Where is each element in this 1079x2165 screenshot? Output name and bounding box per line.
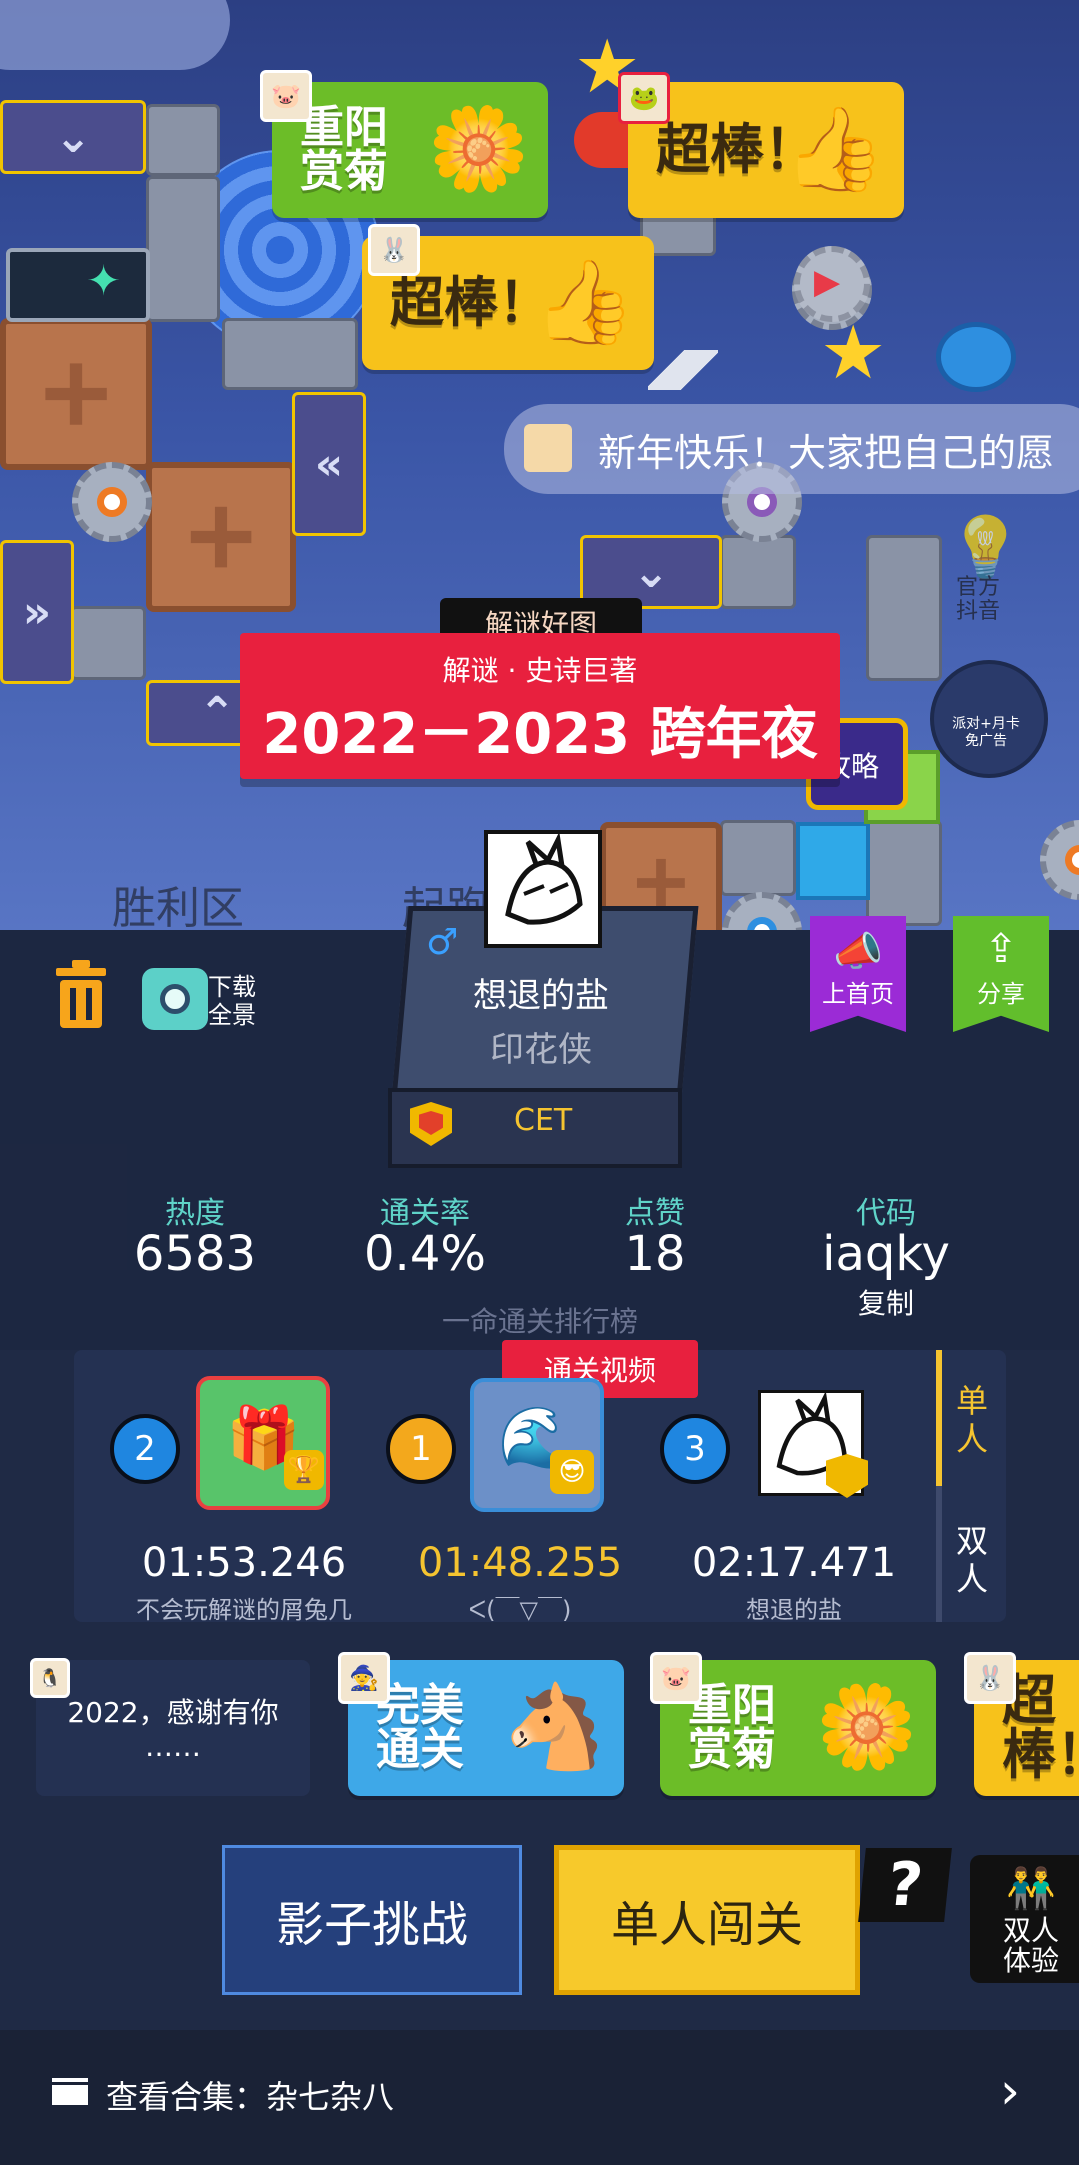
stone-tile [866, 535, 942, 681]
rank-time: 01:48.255 [417, 1540, 623, 1586]
official-douyin-label: 官方 抖音 [956, 575, 1001, 624]
chrysanthemum-icon: 🌼 [427, 102, 530, 197]
rank-number: 2 [110, 1414, 180, 1484]
stone-tile [866, 820, 942, 926]
heat-value: 6583 [133, 1226, 257, 1282]
stone-tile [70, 606, 146, 680]
stone-tile [146, 104, 220, 176]
arrow-right-block: » [0, 540, 74, 684]
author-title: 印花侠 [490, 1030, 592, 1070]
share-icon: ⇪ [984, 926, 1018, 972]
star-icon: ★ [820, 310, 887, 396]
user-avatar: 🐷 [260, 70, 312, 122]
comment-text: 2022，感谢有你 …… [67, 1696, 279, 1763]
trash-icon[interactable] [50, 958, 112, 1030]
sketch-avatar-icon [505, 831, 583, 925]
wooden-crate [0, 318, 152, 470]
chevron-right-icon[interactable]: › [1000, 2062, 1020, 2120]
trophy-badge-icon: 🏆 [284, 1450, 324, 1490]
help-button[interactable]: ? [858, 1848, 952, 1922]
player-name: 想退的盐 [746, 1596, 842, 1624]
user-avatar: 🐧 [30, 1658, 70, 1698]
tab-single[interactable]: 单 人 [952, 1382, 992, 1458]
cet-label: CET [514, 1103, 573, 1138]
teleporter-block [6, 248, 150, 322]
user-avatar: 🐸 [618, 72, 670, 124]
solo-play-button[interactable]: 单人闯关 [554, 1845, 860, 1995]
level-title-banner: 解谜 · 史诗巨著 2022－2023 跨年夜 [240, 633, 840, 779]
male-gender-icon: ♂ [426, 922, 459, 963]
gear-block [722, 892, 802, 930]
gear-block [1040, 820, 1079, 900]
play-icon: ▶ [814, 262, 841, 302]
megaphone-icon: 📣 [833, 929, 883, 975]
author-name: 想退的盐 [473, 976, 609, 1016]
code-value[interactable]: iaqky [776, 1226, 996, 1282]
share-button[interactable]: ⇪ 分享 [953, 916, 1049, 1032]
cloud-shape [0, 0, 230, 70]
arrow-left-block: « [292, 392, 366, 536]
zone-victory-label: 胜利区 [112, 883, 244, 930]
level-preview[interactable]: ⌄ « » ⌄ ⌃ ⌄ ✦ ★ ★ ▶ 重阳 赏菊 🌼 🐷 超棒！ 👍 🐸 超棒… [0, 0, 1079, 930]
rank-number: 1 [386, 1414, 456, 1484]
badge-icon: 😎 [550, 1450, 594, 1494]
likes-value[interactable]: 18 [545, 1226, 765, 1282]
collection-label: 查看合集：杂七杂八 [106, 2078, 395, 2116]
folder-icon [52, 2078, 88, 2105]
gear-block [72, 462, 152, 542]
rank-number: 3 [660, 1414, 730, 1484]
leaderboard-heading: 一命通关排行榜 [441, 1305, 638, 1338]
stone-tile [720, 820, 796, 896]
thumbs-up-icon: 👍 [533, 255, 636, 350]
sticker-text: 超棒！ [390, 271, 552, 334]
two-people-icon: 👬 [1006, 1866, 1056, 1912]
download-panorama-label[interactable]: 下载 全景 [208, 973, 256, 1029]
player-name: 不会玩解谜的屑兔几 [136, 1596, 352, 1624]
arrow-down-block: ⌄ [0, 100, 146, 174]
blue-spring-button [936, 322, 1016, 392]
stone-tile [146, 176, 220, 322]
barrage-text: 新年快乐！大家把自己的愿 [598, 430, 1055, 475]
tab-duo[interactable]: 双 人 [952, 1522, 992, 1598]
barrage-message: 新年快乐！大家把自己的愿 [504, 404, 1079, 494]
barrage-avatar [524, 424, 572, 472]
official-douyin-button[interactable]: 💡 官方 抖音 [948, 512, 1038, 672]
thumbs-up-icon: 👍 [783, 102, 886, 197]
user-avatar: 🐰 [368, 224, 420, 276]
camera-icon[interactable] [142, 968, 208, 1030]
level-title: 2022－2023 跨年夜 [262, 702, 818, 767]
user-avatar: 🧙 [338, 1652, 390, 1704]
tab-active-indicator [936, 1350, 942, 1486]
clear-rate-value: 0.4% [364, 1226, 486, 1282]
spike-trap [648, 350, 718, 390]
duo-experience-label: 双人 体验 [1002, 1914, 1059, 1977]
copy-code-button[interactable]: 复制 [786, 1282, 986, 1322]
shadow-challenge-button[interactable]: 影子挑战 [222, 1845, 522, 1995]
horse-icon: 🐴 [503, 1680, 606, 1775]
wooden-crate [146, 462, 296, 612]
chrysanthemum-icon: 🌼 [815, 1680, 918, 1775]
ad-free-promo-label: 派对+月卡 免广告 [952, 716, 1020, 749]
ice-block [796, 822, 870, 900]
sticker-chongyang: 重阳 赏菊 🌼 [272, 82, 548, 218]
user-avatar: 🐰 [964, 1652, 1016, 1704]
level-subtitle: 解谜 · 史诗巨著 [442, 654, 638, 687]
rank-time: 02:17.471 [691, 1540, 897, 1586]
author-avatar[interactable] [484, 830, 602, 948]
feature-on-home-button[interactable]: 📣 上首页 [810, 916, 906, 1032]
feature-on-home-label: 上首页 [822, 980, 894, 1008]
stone-tile [222, 318, 358, 390]
sticker-text: 重阳 赏菊 [300, 102, 388, 197]
stone-tile [720, 535, 796, 609]
user-avatar: 🐷 [650, 1652, 702, 1704]
player-name: ᐸ(￣▽￣) [468, 1596, 572, 1624]
share-label: 分享 [977, 980, 1025, 1008]
rank-time: 01:53.246 [141, 1540, 347, 1586]
teleporter-star-icon: ✦ [86, 256, 122, 305]
lightbulb-icon: 💡 [948, 513, 1023, 583]
